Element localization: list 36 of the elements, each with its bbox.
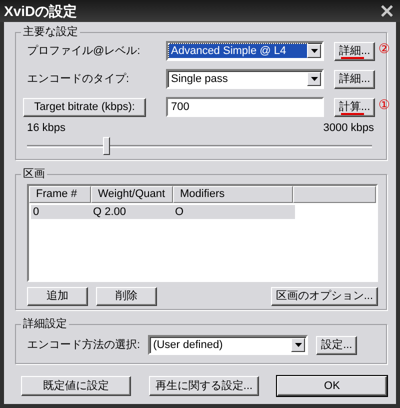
settings-button[interactable]: 設定...	[316, 336, 358, 354]
list-row[interactable]: 0 Q 2.00 O	[31, 205, 295, 219]
details-button[interactable]: 詳細...	[334, 70, 376, 88]
group-title: 区画	[22, 168, 46, 181]
details-button[interactable]: 詳細...	[334, 42, 376, 60]
table-cell-text: 0	[32, 205, 40, 219]
dropdown-value: Single pass	[170, 72, 229, 86]
slider-min-label: 16 kbps	[27, 122, 66, 135]
dropdown-field[interactable]: Advanced Simple @ L4	[166, 41, 324, 61]
bitrate-field[interactable]: 700	[166, 97, 324, 117]
zone-button[interactable]: 追加	[27, 287, 88, 306]
field-label: プロファイル@レベル:	[27, 44, 142, 58]
table-cell-text: O	[174, 205, 185, 219]
field-label: エンコードのタイプ:	[27, 72, 130, 86]
zone-button[interactable]: 区画のオプション...	[270, 287, 378, 306]
column-header[interactable]: Frame #	[29, 186, 91, 203]
bitrate-button[interactable]: Target bitrate (kbps):	[23, 98, 146, 116]
column-header[interactable]: Modifiers	[173, 186, 293, 203]
dropdown-value: (User defined)	[152, 338, 224, 352]
dialog-button[interactable]: 再生に関する設定...	[149, 376, 259, 396]
details-button[interactable]: 計算...	[334, 98, 376, 116]
annotation-number: ②	[378, 42, 390, 56]
dropdown-field[interactable]: Single pass	[166, 69, 324, 89]
ok-button[interactable]: OK	[277, 376, 387, 396]
group-title: 主要な設定	[22, 26, 79, 39]
annotation-number: ①	[378, 98, 390, 112]
dialog-button[interactable]: 既定値に設定	[21, 376, 131, 396]
dropdown-value: Advanced Simple @ L4	[169, 44, 307, 58]
window-title: XviDの設定	[4, 4, 78, 18]
group-title: 詳細設定	[22, 318, 68, 331]
slider-max-label: 3000 kbps	[323, 122, 374, 135]
field-label: エンコード方法の選択:	[27, 338, 140, 352]
column-header[interactable]: Weight/Quant	[91, 186, 173, 203]
table-cell-text: Q 2.00	[92, 205, 128, 219]
dropdown-field[interactable]: (User defined)	[148, 335, 308, 355]
zone-button[interactable]: 削除	[96, 287, 157, 306]
